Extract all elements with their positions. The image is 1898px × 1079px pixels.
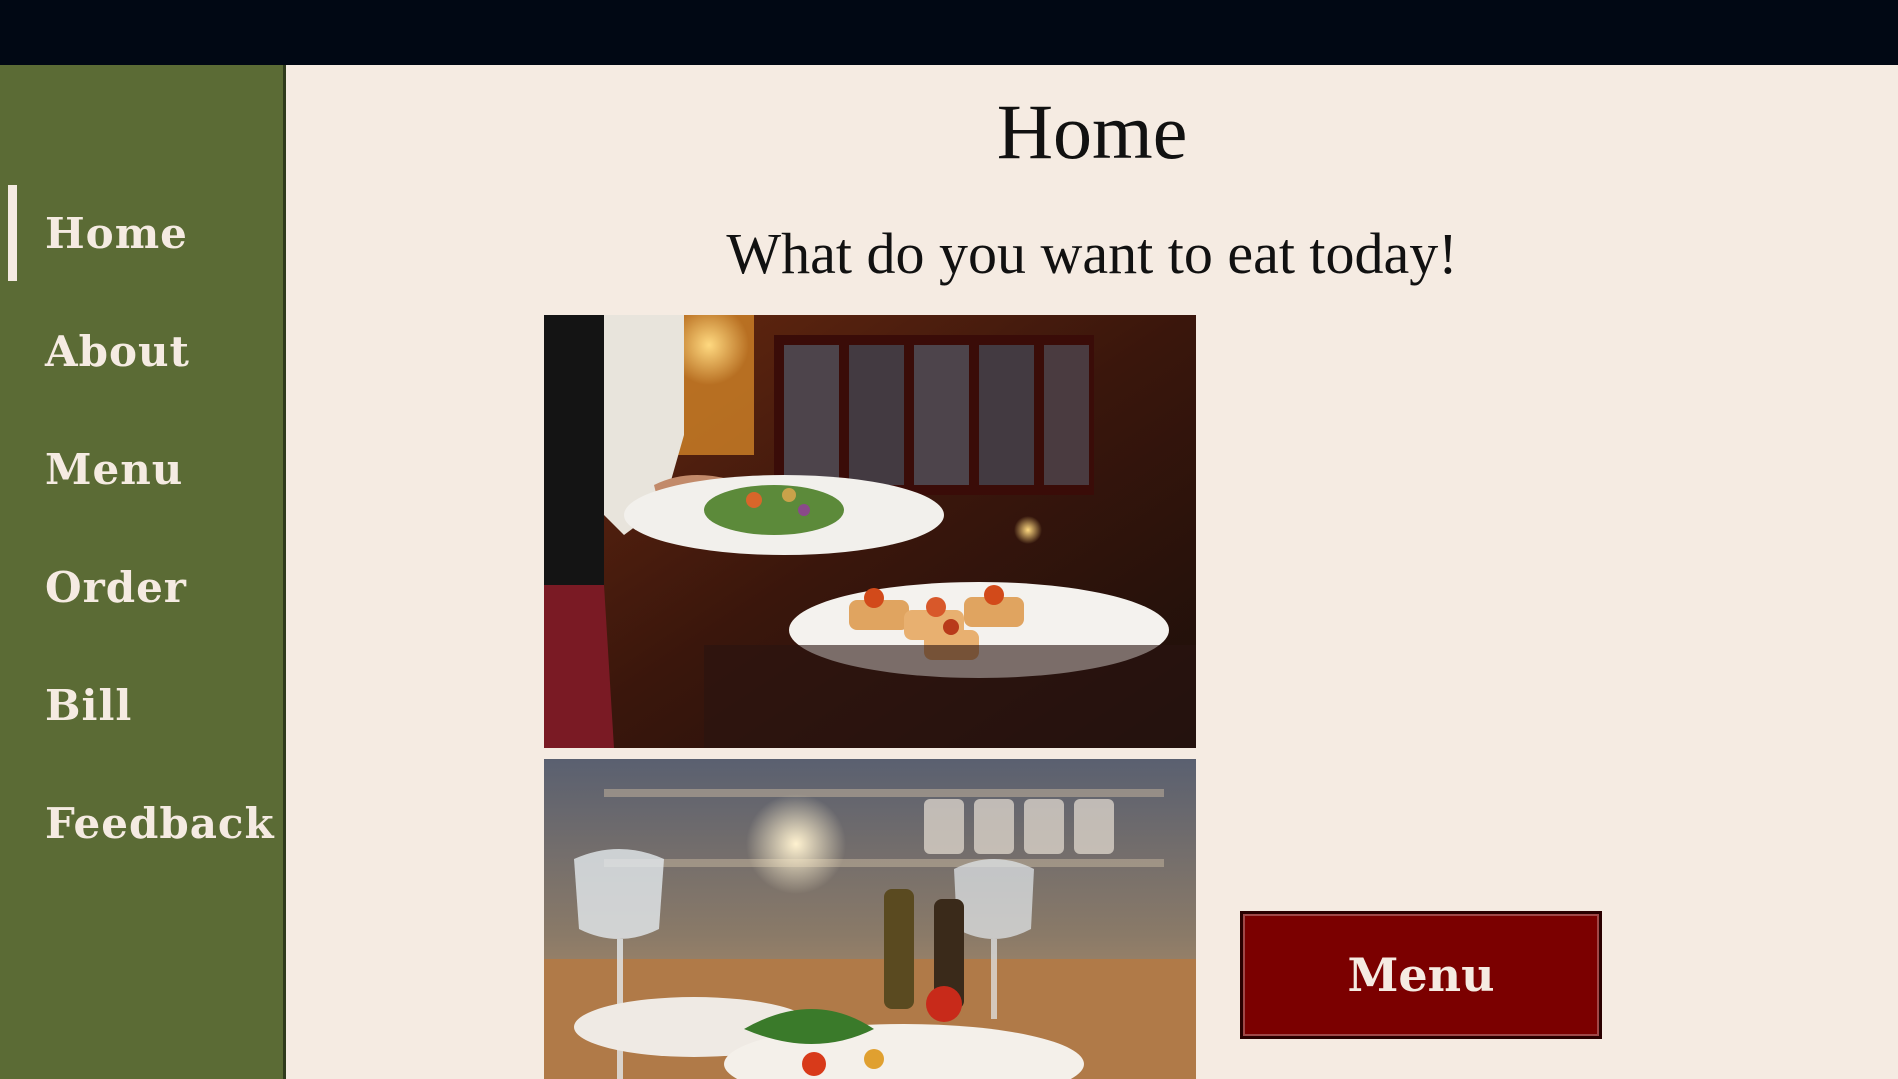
sidebar-item-menu[interactable]: Menu (0, 421, 283, 517)
sidebar-item-label: Order (45, 562, 187, 612)
sidebar-item-label: Bill (45, 680, 133, 730)
menu-button[interactable]: Menu (1240, 911, 1602, 1039)
sidebar-item-label: Home (45, 208, 188, 258)
page-subtitle: What do you want to eat today! (726, 221, 1458, 286)
restaurant-photo-waiter (544, 315, 1196, 748)
sidebar-item-label: Menu (45, 444, 184, 494)
sidebar-item-label: About (45, 326, 190, 376)
active-indicator (8, 185, 17, 281)
sidebar-item-label: Feedback (45, 798, 275, 848)
sidebar-item-about[interactable]: About (0, 303, 283, 399)
sidebar: Home About Menu Order Bill Feedback (0, 65, 286, 1079)
title-bar (0, 0, 1898, 65)
sidebar-item-order[interactable]: Order (0, 539, 283, 635)
sidebar-item-home[interactable]: Home (0, 185, 283, 281)
menu-button-label: Menu (1347, 948, 1495, 1002)
sidebar-item-bill[interactable]: Bill (0, 657, 283, 753)
main-content: Home What do you want to eat today! Menu (286, 65, 1898, 1079)
restaurant-photo-table (544, 759, 1196, 1079)
page-title: Home (996, 88, 1188, 175)
sidebar-item-feedback[interactable]: Feedback (0, 775, 283, 871)
